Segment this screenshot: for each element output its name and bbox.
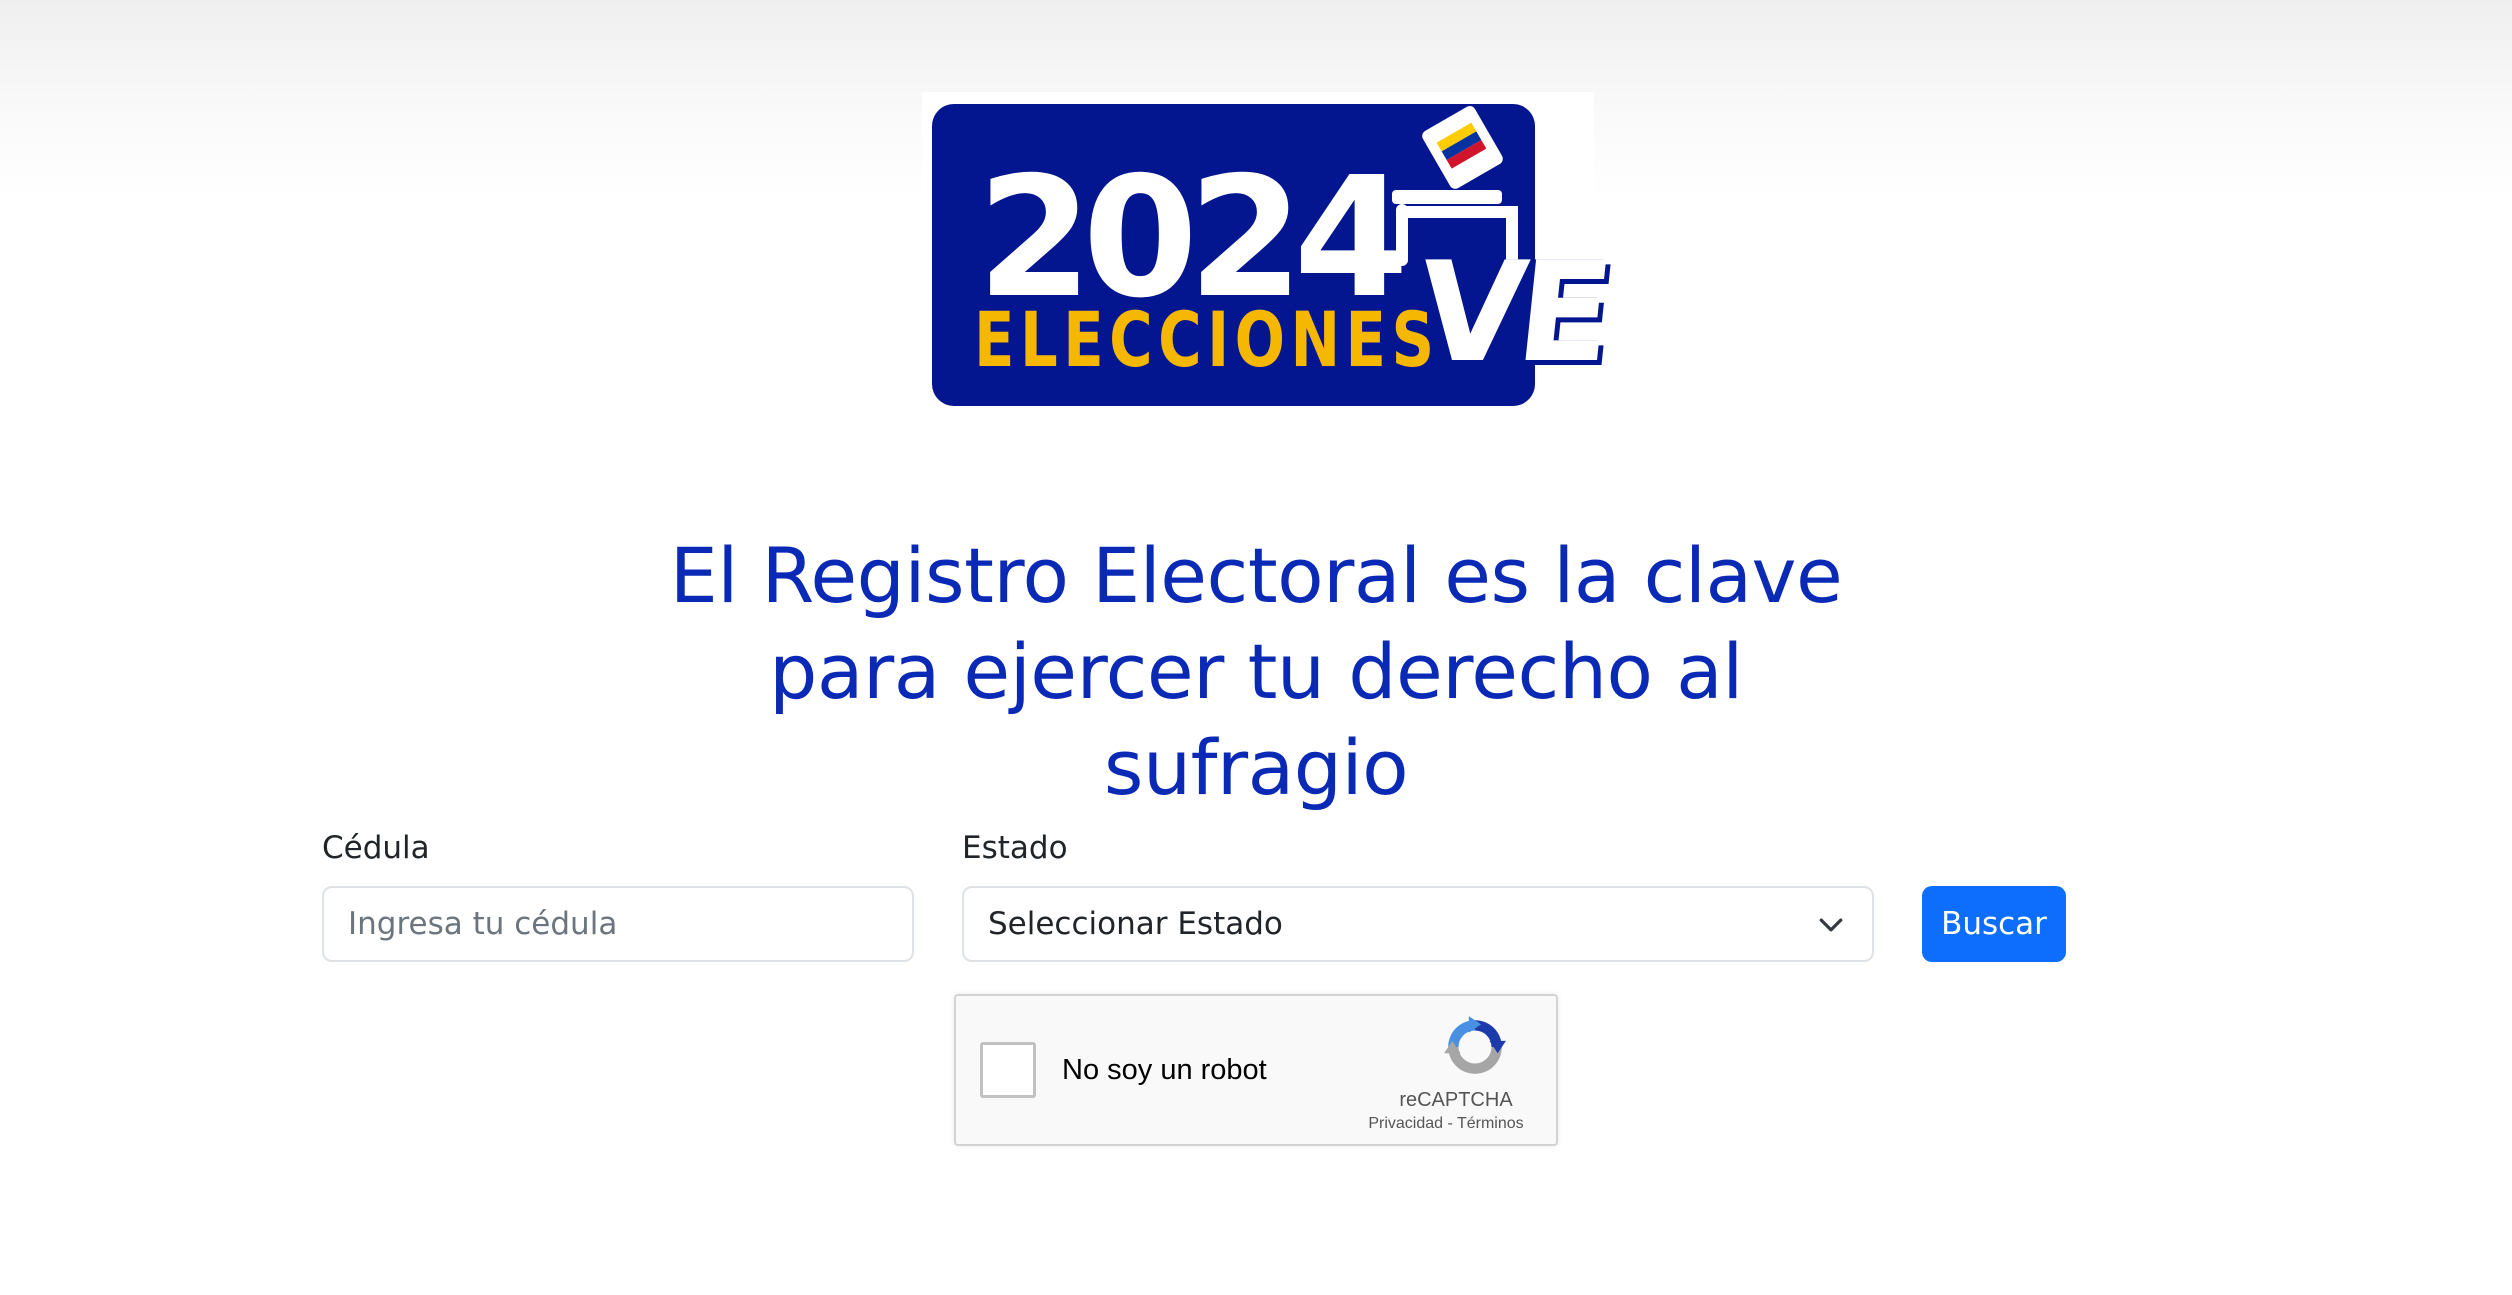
recaptcha-logo-icon bbox=[1444, 1016, 1506, 1074]
estado-select[interactable]: Seleccionar Estado bbox=[962, 886, 1874, 962]
search-button[interactable]: Buscar bbox=[1922, 886, 2066, 962]
logo-word: ELECCIONES bbox=[974, 295, 1440, 384]
estado-label: Estado bbox=[962, 830, 1068, 866]
recaptcha-links: Privacidad - Términos bbox=[1336, 1114, 1556, 1134]
page-headline: El Registro Electoral es la clave para e… bbox=[669, 531, 1843, 812]
recaptcha-label: No soy un robot bbox=[1062, 1054, 1267, 1086]
recaptcha-checkbox[interactable] bbox=[980, 1042, 1036, 1098]
recaptcha-separator: - bbox=[1447, 1115, 1453, 1132]
cedula-input[interactable] bbox=[322, 886, 914, 962]
recaptcha-terms-link[interactable]: Términos bbox=[1457, 1115, 1524, 1132]
recaptcha-privacy-link[interactable]: Privacidad bbox=[1368, 1115, 1443, 1132]
cedula-label: Cédula bbox=[322, 830, 430, 866]
logo-country: VE bbox=[1410, 232, 1613, 393]
recaptcha-widget: No soy un robot reCAPTCHA Privacidad - T… bbox=[954, 994, 1558, 1146]
elecciones-logo: 2024 ELECCIONES VE bbox=[922, 92, 1613, 414]
recaptcha-brand: reCAPTCHA bbox=[1399, 1089, 1513, 1111]
estado-selected-value: Seleccionar Estado bbox=[988, 906, 1283, 942]
chevron-down-icon bbox=[1819, 918, 1843, 932]
